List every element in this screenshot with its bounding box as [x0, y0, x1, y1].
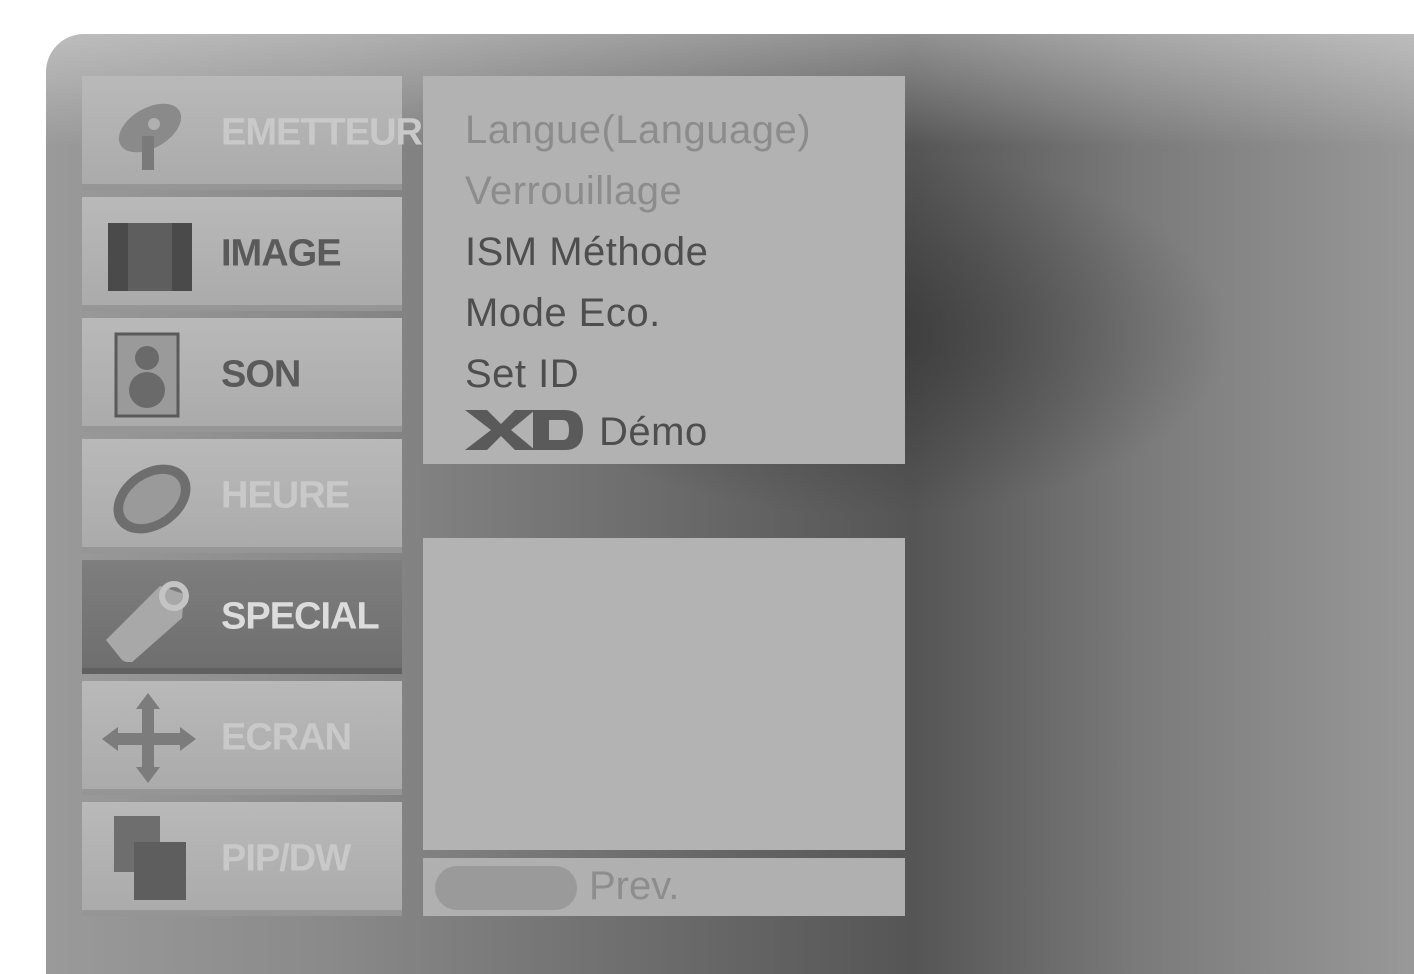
sidebar-item-label: IMAGE	[221, 232, 342, 275]
sidebar-item-heure[interactable]: HEURE	[82, 439, 402, 553]
sidebar-item-emetteur[interactable]: EMETTEUR	[82, 76, 423, 190]
prev-button[interactable]	[435, 866, 577, 910]
sidebar-item-label: ECRAN	[221, 716, 352, 759]
prev-label: Prev.	[589, 864, 680, 908]
sidebar-item-label: EMETTEUR	[221, 111, 423, 154]
special-menu-panel: Langue(Language) Verrouillage ISM Méthod…	[423, 76, 905, 464]
menu-item-mode-eco[interactable]: Mode Eco.	[465, 291, 661, 336]
sidebar-item-label: SPECIAL	[221, 595, 380, 638]
sidebar-item-ecran[interactable]: ECRAN	[82, 681, 402, 795]
sidebar-item-special[interactable]: SPECIAL	[82, 560, 402, 674]
tag-icon	[106, 581, 189, 662]
navigation-bar: Prev.	[423, 858, 905, 916]
sidebar-item-label: HEURE	[221, 474, 350, 517]
sidebar-item-son[interactable]: SON	[82, 318, 402, 432]
satellite-dish-icon	[118, 103, 182, 170]
xd-demo-label: Démo	[599, 410, 708, 454]
menu-item-langue[interactable]: Langue(Language)	[465, 108, 811, 153]
menu-item-xd-demo[interactable]: Démo	[465, 410, 708, 456]
menu-item-ism-methode[interactable]: ISM Méthode	[465, 230, 708, 275]
film-icon	[108, 223, 192, 291]
clock-icon	[113, 464, 191, 534]
tv-screen: EMETTEUR IMAGE SON HEURE SPECIAL ECRAN P…	[46, 34, 1414, 974]
sidebar-item-image[interactable]: IMAGE	[82, 197, 402, 311]
pip-windows-icon	[114, 816, 186, 900]
sidebar-item-pipdw[interactable]: PIP/DW	[82, 802, 402, 916]
sidebar-item-label: PIP/DW	[221, 837, 351, 880]
move-arrows-icon	[102, 693, 196, 783]
sidebar-item-label: SON	[221, 353, 301, 396]
speaker-icon	[114, 332, 180, 418]
menu-item-verrouillage[interactable]: Verrouillage	[465, 169, 682, 214]
sidebar-menu: EMETTEUR IMAGE SON HEURE SPECIAL ECRAN P…	[82, 76, 423, 923]
info-panel	[423, 538, 905, 850]
xd-logo-icon	[465, 410, 583, 451]
menu-item-set-id[interactable]: Set ID	[465, 352, 579, 397]
